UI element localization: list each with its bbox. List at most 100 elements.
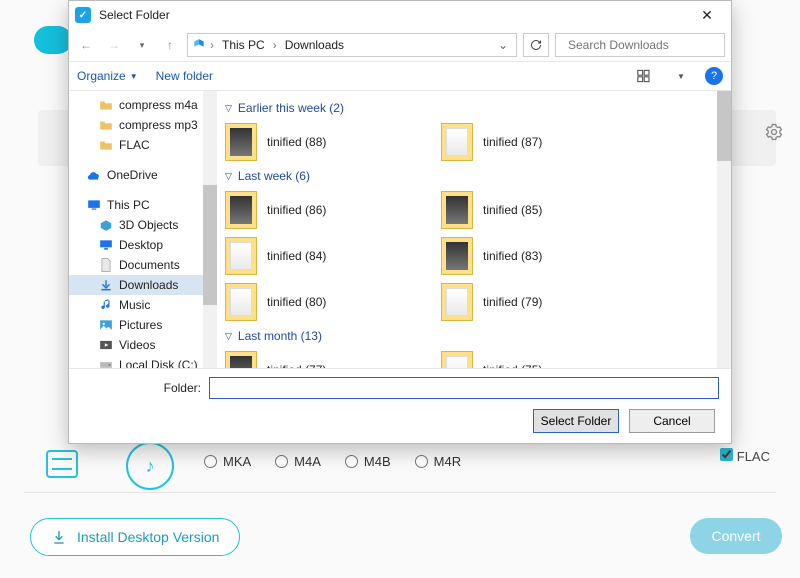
group-header[interactable]: ▽Earlier this week (2) (225, 101, 719, 115)
folder-field-label: Folder: (69, 381, 201, 395)
tree-item-flac[interactable]: FLAC (69, 135, 217, 155)
cancel-button[interactable]: Cancel (629, 409, 715, 433)
folder-item[interactable]: tinified (88) (225, 121, 425, 163)
chevron-right-icon: › (210, 38, 214, 52)
view-dropdown-icon[interactable]: ▼ (675, 65, 687, 87)
settings-icon[interactable] (764, 122, 784, 142)
folder-item[interactable]: tinified (79) (441, 281, 641, 323)
tree-item-label: OneDrive (107, 168, 158, 182)
folder-item[interactable]: tinified (87) (441, 121, 641, 163)
folder-item-label: tinified (80) (267, 295, 326, 309)
recent-icon[interactable]: ▾ (131, 34, 153, 56)
folder-item-label: tinified (88) (267, 135, 326, 149)
select-folder-dialog: ✓ Select Folder ✕ ← → ▾ ↑ › This PC › Do… (68, 0, 732, 444)
radio-m4b[interactable]: M4B (345, 454, 391, 469)
music-icon (99, 298, 113, 312)
folder-icon (99, 119, 113, 131)
separator (24, 492, 776, 493)
folder-thumbnail-icon (441, 283, 473, 321)
radio-m4a[interactable]: M4A (275, 454, 321, 469)
install-desktop-button[interactable]: Install Desktop Version (30, 518, 240, 556)
address-bar[interactable]: › This PC › Downloads ⌄ (187, 33, 517, 57)
app-icon: ✓ (75, 7, 91, 23)
folder-item-label: tinified (77) (267, 363, 326, 368)
folder-thumbnail-icon (441, 237, 473, 275)
group-title: Last week (6) (238, 169, 310, 183)
bg-pill (34, 26, 72, 54)
chevron-down-icon: ▽ (225, 171, 232, 182)
chevron-down-icon: ▽ (225, 103, 232, 114)
folder-item[interactable]: tinified (80) (225, 281, 425, 323)
search-input[interactable] (568, 38, 723, 52)
folder-thumbnail-icon (441, 123, 473, 161)
organize-menu[interactable]: Organize ▼ (77, 69, 138, 83)
folder-item[interactable]: tinified (85) (441, 189, 641, 231)
tree-item-onedrive[interactable]: OneDrive (69, 165, 217, 185)
convert-button[interactable]: Convert (690, 518, 782, 554)
folder-item-label: tinified (87) (483, 135, 542, 149)
group-title: Last month (13) (238, 329, 322, 343)
tree-item-documents[interactable]: Documents (69, 255, 217, 275)
folder-item[interactable]: tinified (83) (441, 235, 641, 277)
tree-item-compress-mp3[interactable]: compress mp3 (69, 115, 217, 135)
tree-item-label: Videos (119, 338, 155, 352)
desktop-icon (99, 239, 113, 251)
files-scroll-thumb[interactable] (717, 91, 731, 161)
pic-icon (99, 319, 113, 331)
video-tab-icon[interactable] (46, 450, 78, 478)
help-icon[interactable]: ? (705, 67, 723, 85)
tree-scroll-thumb[interactable] (203, 185, 217, 305)
folder-item[interactable]: tinified (77) (225, 349, 425, 368)
tree-item-pictures[interactable]: Pictures (69, 315, 217, 335)
chevron-right-icon: › (273, 38, 277, 52)
folder-item[interactable]: tinified (84) (225, 235, 425, 277)
tree-item-desktop[interactable]: Desktop (69, 235, 217, 255)
crumb-this-pc[interactable]: This PC (218, 38, 269, 52)
doc-icon (99, 258, 113, 272)
tree-item-this-pc[interactable]: This PC (69, 195, 217, 215)
tree-item-downloads[interactable]: Downloads (69, 275, 217, 295)
tree-item-compress-m4a[interactable]: compress m4a (69, 95, 217, 115)
chevron-down-icon: ▽ (225, 331, 232, 342)
folder-thumbnail-icon (441, 191, 473, 229)
files-scrollbar[interactable] (717, 91, 731, 368)
group-header[interactable]: ▽ Last week (6) (225, 169, 719, 183)
forward-icon[interactable]: → (103, 34, 125, 56)
refresh-icon[interactable] (523, 33, 549, 57)
folder-item[interactable]: tinified (75) (441, 349, 641, 368)
dialog-title: Select Folder (99, 8, 170, 22)
folder-thumbnail-icon (441, 351, 473, 368)
format-flac-checkbox[interactable]: FLAC (720, 448, 770, 464)
tree-item-label: Pictures (119, 318, 162, 332)
group-header[interactable]: ▽ Last month (13) (225, 329, 719, 343)
file-list: ▽Earlier this week (2) tinified (88) tinif… (217, 91, 731, 368)
radio-m4r[interactable]: M4R (415, 454, 461, 469)
folder-name-input[interactable] (209, 377, 719, 399)
tree-item-videos[interactable]: Videos (69, 335, 217, 355)
tree-item-local-disk-c-[interactable]: Local Disk (C:) (69, 355, 217, 368)
back-icon[interactable]: ← (75, 34, 97, 56)
radio-mka[interactable]: MKA (204, 454, 251, 469)
view-options-icon[interactable] (633, 65, 657, 87)
folder-item[interactable]: tinified (86) (225, 189, 425, 231)
folder-item-label: tinified (83) (483, 249, 542, 263)
new-folder-button[interactable]: New folder (156, 69, 213, 83)
tree-item-label: Desktop (119, 238, 163, 252)
tree-item-label: Downloads (119, 278, 178, 292)
close-icon[interactable]: ✕ (689, 2, 725, 28)
audio-format-radios: MKA M4A M4B M4R (110, 454, 461, 469)
crumb-downloads[interactable]: Downloads (281, 38, 348, 52)
folder-item-label: tinified (85) (483, 203, 542, 217)
dropdown-icon[interactable]: ⌄ (494, 38, 512, 52)
tree-item-music[interactable]: Music (69, 295, 217, 315)
folder-item-label: tinified (79) (483, 295, 542, 309)
tree-item-label: Documents (119, 258, 180, 272)
nav-row: ← → ▾ ↑ › This PC › Downloads ⌄ (69, 29, 731, 61)
nav-tree: compress m4acompress mp3FLAC OneDrive This… (69, 91, 217, 368)
folder-thumbnail-icon (225, 351, 257, 368)
select-folder-button[interactable]: Select Folder (533, 409, 619, 433)
tree-item-3d-objects[interactable]: 3D Objects (69, 215, 217, 235)
search-box[interactable] (555, 33, 725, 57)
tree-scrollbar[interactable] (203, 91, 217, 368)
up-icon[interactable]: ↑ (159, 34, 181, 56)
